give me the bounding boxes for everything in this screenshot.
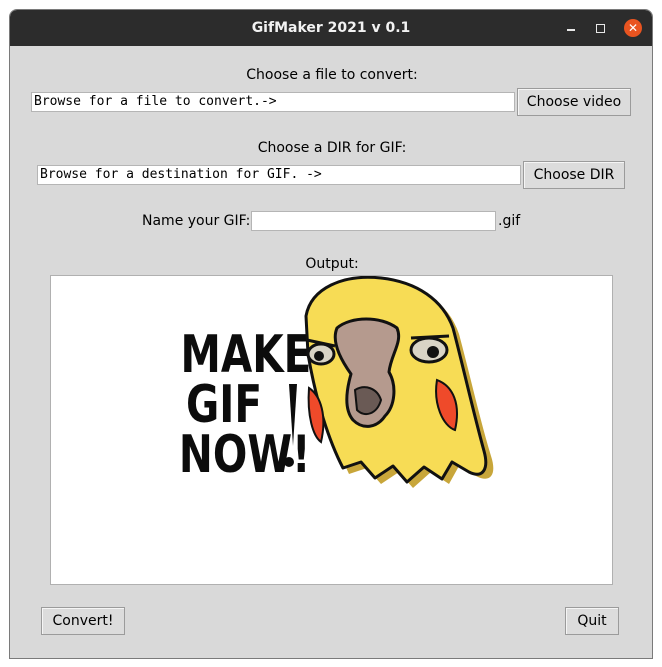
choose-dir-button[interactable]: Choose DIR [523, 161, 625, 189]
image-text-now: NOW! [179, 424, 311, 484]
file-path-input[interactable]: Browse for a file to convert.-> [31, 92, 515, 112]
gif-suffix-label: .gif [498, 213, 521, 229]
dir-path-input[interactable]: Browse for a destination for GIF. -> [37, 165, 521, 185]
minimize-icon[interactable] [562, 19, 580, 37]
gif-name-label: Name your GIF: [142, 213, 251, 229]
output-label: Output: [305, 256, 359, 272]
convert-button[interactable]: Convert! [41, 607, 125, 635]
title-bar[interactable]: GifMaker 2021 v 0.1 ✕ [10, 10, 652, 46]
file-section-label: Choose a file to convert: [246, 67, 418, 83]
parrot-icon [304, 275, 494, 488]
window-title: GifMaker 2021 v 0.1 [251, 20, 411, 36]
close-icon[interactable]: ✕ [624, 19, 642, 37]
quit-button[interactable]: Quit [565, 607, 619, 635]
gifmaker-window: GifMaker 2021 v 0.1 ✕ Choose a file to c… [9, 9, 653, 659]
dir-section-label: Choose a DIR for GIF: [257, 140, 407, 156]
maximize-icon[interactable] [591, 19, 609, 37]
choose-video-button[interactable]: Choose video [517, 88, 631, 116]
make-gif-now-image: MAKE GIF NOW! [179, 275, 494, 488]
output-preview: MAKE GIF NOW! [50, 275, 613, 585]
gif-name-input[interactable] [251, 211, 496, 231]
